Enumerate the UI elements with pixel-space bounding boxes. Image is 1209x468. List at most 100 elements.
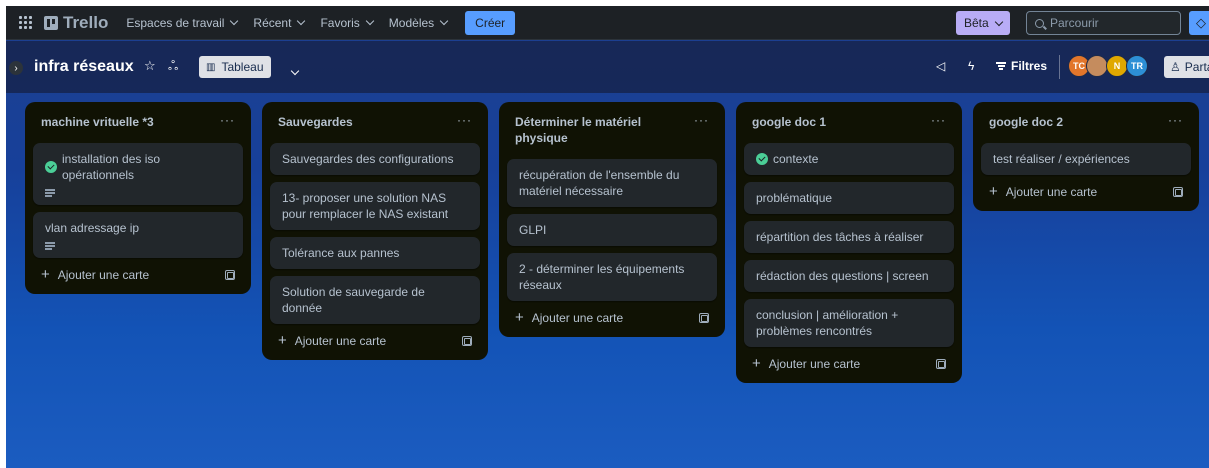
- list-menu-icon[interactable]: ···: [1168, 114, 1183, 130]
- card-title: problématique: [756, 191, 833, 205]
- avatar-initials: N: [1113, 61, 1121, 71]
- sidebar-toggle-icon[interactable]: ›: [9, 61, 23, 75]
- filters-button[interactable]: Filtres: [996, 59, 1047, 73]
- card[interactable]: Tolérance aux pannes: [270, 237, 480, 269]
- create-button[interactable]: Créer: [465, 10, 516, 35]
- notifications-icon[interactable]: ◇: [1189, 11, 1209, 35]
- card[interactable]: récupération de l'ensemble du matériel n…: [507, 159, 717, 207]
- filters-label: Filtres: [1011, 59, 1048, 73]
- app-switcher-icon[interactable]: [10, 6, 40, 40]
- plus-icon: +: [515, 309, 524, 326]
- search-input[interactable]: Parcourir: [1026, 11, 1181, 35]
- list-google-doc-1: google doc 1 ··· contexte problématique …: [736, 102, 962, 383]
- card-title: récupération de l'ensemble du matériel n…: [519, 168, 680, 198]
- search-icon: [1035, 18, 1044, 28]
- list-title[interactable]: google doc 1: [752, 114, 826, 130]
- card[interactable]: 13- proposer une solution NAS pour rempl…: [270, 182, 480, 230]
- add-card-row: + Ajouter une carte: [33, 258, 243, 286]
- trello-logo-icon: [44, 15, 58, 30]
- board-view-icon: ▥: [206, 61, 216, 73]
- card[interactable]: GLPI: [507, 214, 717, 246]
- card[interactable]: conclusion | amélioration + problèmes re…: [744, 299, 954, 347]
- trello-logo[interactable]: Trello: [44, 13, 108, 33]
- list-menu-icon[interactable]: ···: [220, 114, 235, 130]
- add-card-row: + Ajouter une carte: [744, 347, 954, 375]
- list-title[interactable]: Déterminer le matériel physique: [515, 114, 665, 146]
- card[interactable]: contexte: [744, 143, 954, 175]
- avatar[interactable]: [1086, 55, 1108, 77]
- card-title: GLPI: [519, 223, 547, 237]
- logo-text: Trello: [63, 12, 109, 32]
- board-title[interactable]: infra réseaux: [34, 58, 134, 76]
- visibility-icon[interactable]: ஃ: [168, 58, 178, 75]
- card-template-icon[interactable]: [462, 336, 472, 346]
- card-template-icon[interactable]: [1173, 187, 1183, 197]
- add-card-label: Ajouter une carte: [57, 268, 150, 282]
- add-card-button[interactable]: + Ajouter une carte: [278, 333, 387, 348]
- top-nav: Trello Espaces de travail Récent Favoris…: [6, 6, 1209, 40]
- card[interactable]: 2 - déterminer les équipements réseaux: [507, 253, 717, 301]
- avatar-initials: TC: [1073, 61, 1085, 71]
- board-view-button[interactable]: ▥ Tableau: [199, 56, 271, 78]
- menu-templates[interactable]: Modèles: [381, 9, 455, 37]
- star-icon[interactable]: ☆: [144, 58, 156, 74]
- description-icon: [45, 189, 55, 197]
- list-menu-icon[interactable]: ···: [931, 114, 946, 130]
- add-card-row: + Ajouter une carte: [270, 324, 480, 352]
- checkmark-icon: [45, 161, 57, 173]
- view-switcher-chevron[interactable]: [289, 61, 300, 79]
- list-menu-icon[interactable]: ···: [457, 114, 472, 130]
- card[interactable]: problématique: [744, 182, 954, 214]
- card[interactable]: test réaliser / expériences: [981, 143, 1191, 175]
- card[interactable]: installation des iso opérationnels: [33, 143, 243, 205]
- avatar[interactable]: TR: [1126, 55, 1148, 77]
- plus-icon: +: [989, 183, 998, 200]
- automation-icon[interactable]: ϟ: [968, 59, 974, 73]
- app-window: Trello Espaces de travail Récent Favoris…: [6, 6, 1209, 468]
- menu-templates-label: Modèles: [388, 15, 435, 30]
- card[interactable]: Sauvegardes des configurations: [270, 143, 480, 175]
- menu-workspaces[interactable]: Espaces de travail: [118, 9, 245, 37]
- share-label: Parta: [1184, 60, 1209, 74]
- share-button[interactable]: ♙ Parta: [1164, 56, 1209, 78]
- card[interactable]: répartition des tâches à réaliser: [744, 221, 954, 253]
- card-template-icon[interactable]: [936, 359, 946, 369]
- chevron-down-icon: [290, 66, 300, 76]
- list-title[interactable]: machine vrituelle *3: [41, 114, 154, 130]
- card-title: conclusion | amélioration + problèmes re…: [756, 308, 899, 338]
- plus-icon: +: [752, 355, 761, 372]
- add-card-button[interactable]: + Ajouter une carte: [989, 183, 1098, 200]
- avatar[interactable]: N: [1106, 55, 1128, 77]
- add-card-label: Ajouter une carte: [1005, 185, 1098, 199]
- card-title: répartition des tâches à réaliser: [756, 230, 924, 244]
- plus-icon: +: [41, 266, 50, 283]
- search-placeholder: Parcourir: [1050, 16, 1099, 30]
- list-title[interactable]: google doc 2: [989, 114, 1063, 130]
- beta-button[interactable]: Bêta: [956, 11, 1010, 35]
- add-card-button[interactable]: + Ajouter une carte: [515, 309, 623, 326]
- card[interactable]: Solution de sauvegarde de donnée: [270, 276, 480, 324]
- board-view-label: Tableau: [221, 60, 264, 74]
- card-title: Tolérance aux pannes: [282, 246, 400, 260]
- chevron-down-icon: [230, 16, 239, 26]
- card[interactable]: rédaction des questions | screen: [744, 260, 954, 292]
- menu-favorites[interactable]: Favoris: [312, 9, 380, 37]
- list-title[interactable]: Sauvegardes: [278, 114, 353, 130]
- add-card-button[interactable]: + Ajouter une carte: [41, 266, 150, 283]
- description-icon: [45, 242, 55, 250]
- menu-recent[interactable]: Récent: [245, 9, 312, 37]
- add-card-row: + Ajouter une carte: [507, 301, 717, 329]
- add-card-label: Ajouter une carte: [294, 334, 387, 348]
- card[interactable]: vlan adressage ip: [33, 212, 243, 258]
- list-machine-virtuelle: machine vrituelle *3 ··· installation de…: [25, 102, 251, 294]
- card-template-icon[interactable]: [699, 313, 709, 323]
- menu-recent-label: Récent: [253, 15, 292, 30]
- power-ups-icon[interactable]: ◁: [936, 59, 945, 73]
- list-menu-icon[interactable]: ···: [694, 114, 709, 146]
- card-template-icon[interactable]: [225, 270, 235, 280]
- list-materiel-physique: Déterminer le matériel physique ··· récu…: [499, 102, 725, 337]
- card-title: installation des iso opérationnels: [62, 152, 161, 182]
- add-card-button[interactable]: + Ajouter une carte: [752, 355, 860, 372]
- checkmark-icon: [756, 153, 768, 165]
- card-title: vlan adressage ip: [45, 221, 140, 235]
